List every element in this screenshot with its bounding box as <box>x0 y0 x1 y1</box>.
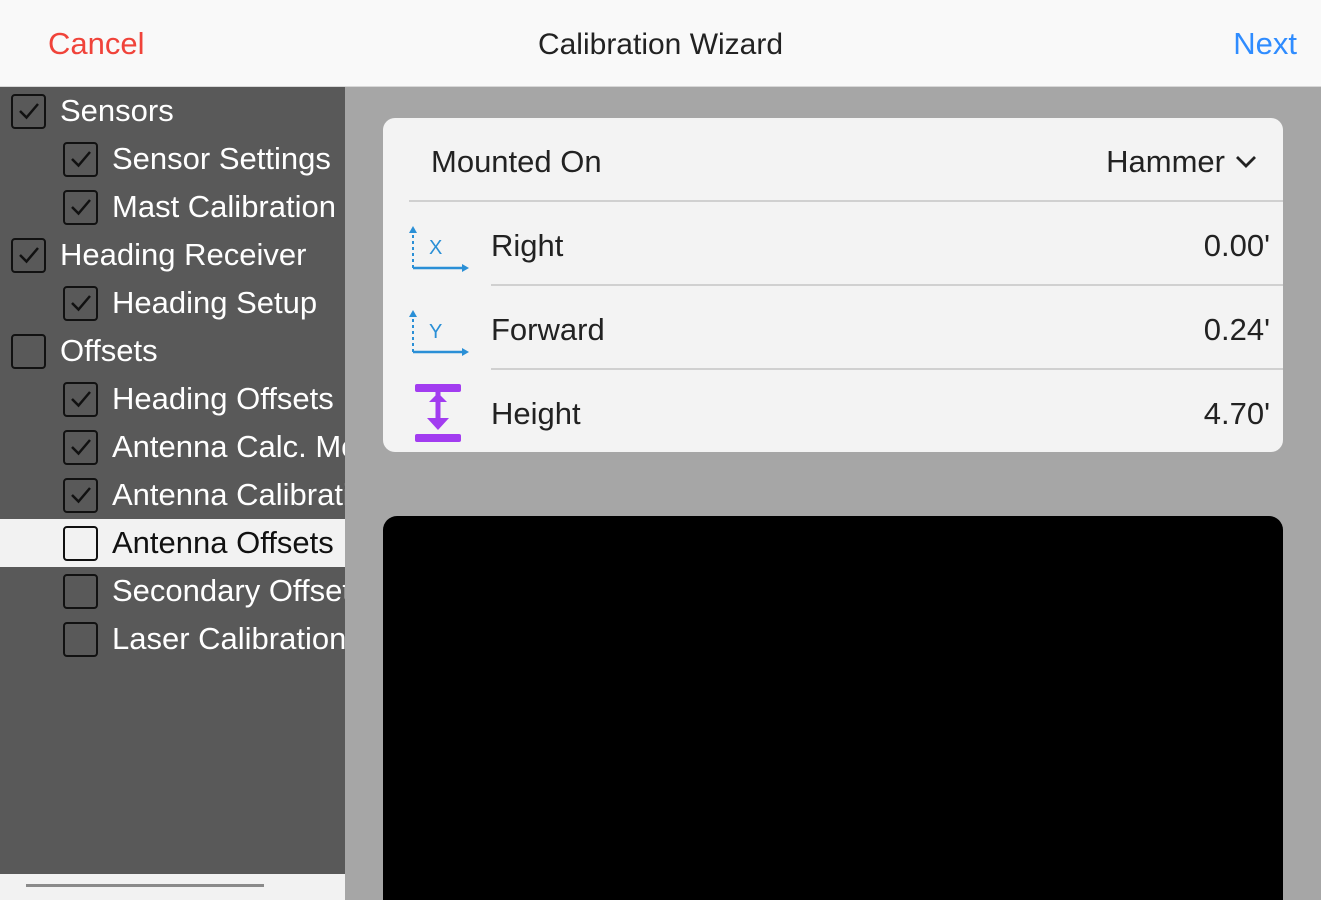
sidebar-footer <box>0 874 345 900</box>
sidebar-item-label: Laser Calibration <box>112 621 345 656</box>
sidebar-item-label: Heading Offsets <box>112 381 334 416</box>
sidebar-item-sensors[interactable]: Sensors <box>0 87 345 135</box>
sidebar-item-label: Sensor Settings <box>112 141 331 176</box>
checkmark-icon <box>70 151 91 168</box>
offset-value: 4.70' <box>1203 396 1270 431</box>
mounted-on-label: Mounted On <box>431 144 602 179</box>
sidebar-item-label: Sensors <box>60 93 174 128</box>
step-checkbox <box>11 93 46 129</box>
step-checkbox <box>63 429 98 465</box>
sidebar-item-antenna-calibration[interactable]: Antenna Calibration <box>0 471 345 519</box>
step-checkbox <box>11 237 46 273</box>
offset-label: Height <box>491 396 581 431</box>
offset-row-forward[interactable]: Y Forward 0.24' <box>383 286 1283 370</box>
step-checkbox <box>63 141 98 177</box>
sidebar-item-heading-offsets[interactable]: Heading Offsets <box>0 375 345 423</box>
offset-row-right[interactable]: X Right 0.00' <box>383 202 1283 286</box>
sidebar-item-heading-receiver[interactable]: Heading Receiver <box>0 231 345 279</box>
checkmark-icon <box>70 439 91 456</box>
offset-label: Forward <box>491 312 605 347</box>
offset-row-height[interactable]: Height 4.70' <box>383 370 1283 452</box>
sidebar-item-offsets[interactable]: Offsets <box>0 327 345 375</box>
checkmark-icon <box>70 295 91 312</box>
x-axis-icon: X <box>409 226 469 272</box>
sidebar-item-label: Offsets <box>60 333 158 368</box>
checkmark-icon <box>70 487 91 504</box>
step-checkbox <box>63 285 98 321</box>
sidebar-item-antenna-calc-mode[interactable]: Antenna Calc. Mode <box>0 423 345 471</box>
wizard-steps-sidebar: Sensors Sensor Settings Mast Calibration… <box>0 87 345 900</box>
sidebar-item-label: Antenna Calibration <box>112 477 345 512</box>
sidebar-item-label: Secondary Offsets <box>112 573 345 608</box>
mounted-on-row: Mounted On Hammer <box>383 118 1283 202</box>
sidebar-item-antenna-offsets[interactable]: Antenna Offsets <box>0 519 345 567</box>
mounted-on-dropdown[interactable]: Hammer <box>1106 144 1257 180</box>
top-bar: Cancel Calibration Wizard Next <box>0 0 1321 87</box>
offset-value: 0.00' <box>1203 228 1270 263</box>
sidebar-item-label: Heading Setup <box>112 285 318 320</box>
step-checkbox <box>63 525 98 561</box>
mounted-on-value: Hammer <box>1106 144 1225 179</box>
sidebar-item-mast-calibration[interactable]: Mast Calibration <box>0 183 345 231</box>
sidebar-item-label: Antenna Calc. Mode <box>112 429 345 464</box>
sidebar-item-secondary-offsets[interactable]: Secondary Offsets <box>0 567 345 615</box>
offset-label: Right <box>491 228 564 263</box>
axis-letter: X <box>429 237 442 259</box>
offset-value: 0.24' <box>1203 312 1270 347</box>
checkmark-icon <box>18 103 39 120</box>
next-button[interactable]: Next <box>1233 26 1297 62</box>
checkmark-icon <box>70 391 91 408</box>
height-icon <box>415 384 461 442</box>
antenna-offsets-card: Mounted On Hammer X Right 0.00' Y Forwar… <box>383 118 1283 452</box>
step-checkbox <box>63 573 98 609</box>
chevron-down-icon <box>1236 156 1256 168</box>
sidebar-item-label: Mast Calibration <box>112 189 336 224</box>
page-title: Calibration Wizard <box>537 28 784 61</box>
checkmark-icon <box>18 247 39 264</box>
step-checkbox <box>63 621 98 657</box>
sidebar-item-laser-calibration[interactable]: Laser Calibration <box>0 615 345 663</box>
step-checkbox <box>63 477 98 513</box>
checkmark-icon <box>70 199 91 216</box>
sidebar-item-label: Antenna Offsets <box>112 525 334 560</box>
step-checkbox <box>11 333 46 369</box>
y-axis-icon: Y <box>409 310 469 356</box>
scroll-indicator[interactable] <box>26 884 264 887</box>
axis-letter: Y <box>429 321 442 343</box>
sidebar-item-label: Heading Receiver <box>60 237 307 272</box>
step-checkbox <box>63 189 98 225</box>
sidebar-item-sensor-settings[interactable]: Sensor Settings <box>0 135 345 183</box>
step-checkbox <box>63 381 98 417</box>
model-preview-view[interactable] <box>383 516 1283 900</box>
sidebar-item-heading-setup[interactable]: Heading Setup <box>0 279 345 327</box>
